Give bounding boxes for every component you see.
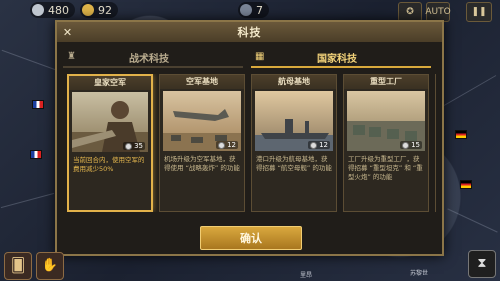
coin-icon: [32, 4, 44, 16]
end-turn-button[interactable]: ⧗: [468, 250, 496, 278]
card-cost: 12: [308, 141, 330, 149]
cost-value: 35: [134, 142, 143, 150]
map-border: [1, 49, 59, 72]
coin-icon: [310, 141, 318, 149]
map-city-label: 里昂: [300, 272, 313, 279]
gold-counter: 480: [30, 2, 75, 18]
turn-value: 7: [256, 3, 263, 17]
card-cost: 15: [400, 141, 422, 149]
diplomacy-button[interactable]: ✋: [36, 252, 64, 280]
card-title: 重型工厂: [344, 75, 428, 89]
dialog-title: 科技: [237, 26, 262, 39]
coin-icon: [402, 141, 410, 149]
flag-icon[interactable]: [30, 150, 42, 159]
map-border: [443, 75, 497, 106]
cost-value: 12: [227, 141, 236, 149]
card-title: 空军基地: [160, 75, 244, 89]
building-icon: ▦: [255, 51, 265, 62]
card-description: 机场升级为空军基地，获得使用 “战略轰炸” 的功能: [164, 155, 240, 172]
tab-national-tech[interactable]: ▦ 国家科技: [251, 48, 431, 68]
auto-label: AUTO: [425, 7, 451, 17]
card-art: 12: [255, 91, 333, 151]
tab-tactical-tech[interactable]: ♜ 战术科技: [63, 48, 243, 68]
cards-button[interactable]: 🂠: [4, 252, 32, 280]
flag-icon[interactable]: [460, 180, 472, 189]
card-cost: 35: [123, 142, 145, 150]
chess-piece-icon: ♜: [67, 51, 76, 62]
top-hud: 480 92 7 ✪ AUTO ❚❚: [0, 0, 500, 22]
tab-label: 战术科技: [129, 53, 169, 65]
tech-card-air-base[interactable]: 空军基地 12 机场升级为空军基地，获得使用 “战略轰炸” 的功能: [159, 74, 245, 212]
card-art: 35: [72, 92, 148, 152]
coin-icon: [125, 142, 133, 150]
turn-counter: 7: [238, 2, 269, 18]
technology-dialog: ✕ 科技 ♜ 战术科技 ▦ 国家科技 皇家空军 35 当前回合内，使用空军的费用…: [55, 20, 444, 256]
tech-card-list[interactable]: 皇家空军 35 当前回合内，使用空军的费用减少50% 空军基地 12 机场升级为…: [67, 74, 436, 212]
cost-value: 12: [319, 141, 328, 149]
card-art: 15: [347, 91, 425, 151]
gold-value: 480: [48, 3, 69, 17]
handshake-icon: ✋: [41, 258, 59, 273]
close-icon: ✕: [62, 26, 74, 39]
confirm-button[interactable]: 确认: [200, 226, 302, 250]
card-description: 工厂升级为重型工厂，获得招募 “重型坦克” 和 “重型火炮” 的功能: [348, 155, 423, 181]
medal-icon: ✪: [406, 7, 414, 17]
close-button[interactable]: ✕: [60, 24, 76, 40]
cost-value: 15: [411, 141, 420, 149]
turn-icon: [240, 4, 252, 16]
pause-icon: ❚❚: [471, 7, 487, 17]
card-art: 12: [163, 91, 241, 151]
hourglass-icon: ⧗: [477, 256, 487, 271]
card-title: 皇家空军: [69, 76, 151, 90]
tab-label: 国家科技: [317, 53, 357, 65]
coin-icon: [218, 141, 226, 149]
map-border: [0, 192, 55, 209]
card-description: 港口升级为航母基地，获得招募 “航空母舰” 的功能: [256, 155, 332, 172]
tech-card-heavy-factory[interactable]: 重型工厂 15 工厂升级为重型工厂，获得招募 “重型坦克” 和 “重型火炮” 的…: [343, 74, 429, 212]
medal-button[interactable]: ✪: [398, 2, 422, 22]
map-border: [447, 208, 498, 233]
cards-icon: 🂠: [10, 258, 26, 274]
dialog-title-bar: ✕ 科技: [57, 22, 442, 42]
flag-icon[interactable]: [32, 100, 44, 109]
map-city-label: 苏黎世: [410, 270, 429, 277]
industry-value: 92: [98, 3, 112, 17]
tech-card-royal-air-force[interactable]: 皇家空军 35 当前回合内，使用空军的费用减少50%: [67, 74, 153, 212]
industry-counter: 92: [80, 2, 118, 18]
confirm-label: 确认: [240, 232, 262, 245]
flag-icon[interactable]: [455, 130, 467, 139]
industry-icon: [82, 4, 94, 16]
card-cost: 12: [216, 141, 238, 149]
tech-card-partial[interactable]: [435, 74, 436, 212]
tech-tabs: ♜ 战术科技 ▦ 国家科技: [63, 48, 436, 68]
pause-button[interactable]: ❚❚: [466, 2, 492, 22]
tech-card-carrier-base[interactable]: 航母基地 12 港口升级为航母基地，获得招募 “航空母舰” 的功能: [251, 74, 337, 212]
card-title: 航母基地: [252, 75, 336, 89]
card-description: 当前回合内，使用空军的费用减少50%: [73, 156, 145, 173]
auto-button[interactable]: AUTO: [425, 2, 451, 22]
